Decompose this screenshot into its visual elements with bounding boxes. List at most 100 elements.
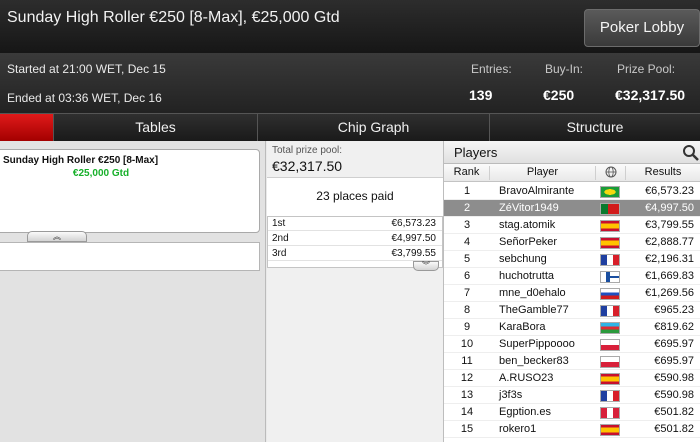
country-flag-icon <box>600 254 620 266</box>
player-name: A.RUSO23 <box>499 372 554 384</box>
player-result: €1,269.56 <box>645 287 694 299</box>
player-rank: 10 <box>460 338 474 350</box>
tab-active-info[interactable] <box>0 114 53 141</box>
player-rank: 14 <box>460 406 474 418</box>
player-result: €501.82 <box>654 406 694 418</box>
tab-bar: Tables Chip Graph Structure <box>0 113 700 141</box>
prizepool-value: €32,317.50 <box>615 87 686 103</box>
player-row[interactable]: 7 mne_d0ehalo €1,269.56 <box>444 285 700 302</box>
player-rank: 6 <box>463 270 471 282</box>
payout-place: 3rd <box>272 248 287 259</box>
player-rank: 2 <box>463 202 471 214</box>
country-flag-icon <box>600 186 620 198</box>
player-result: €590.98 <box>654 389 694 401</box>
player-rank: 5 <box>463 253 471 265</box>
players-panel: Players Rank Player Results 1 BravoAlmira… <box>444 141 700 442</box>
player-row[interactable]: 3 stag.atomik €3,799.55 <box>444 217 700 234</box>
payout-amount: €3,799.55 <box>391 248 437 259</box>
tournament-lobby-window: Sunday High Roller €250 [8-Max], €25,000… <box>0 0 700 442</box>
prizepool-label: Prize Pool: <box>617 62 676 76</box>
player-row[interactable]: 2 ZéVitor1949 €4,997.50 <box>444 200 700 217</box>
payout-amount: €6,573.23 <box>391 218 437 229</box>
country-flag-icon <box>600 424 620 436</box>
player-column-header[interactable]: Player <box>490 166 596 180</box>
player-row[interactable]: 13 j3f3s €590.98 <box>444 387 700 404</box>
tab-chip-graph[interactable]: Chip Graph <box>257 114 489 141</box>
buyin-value: €250 <box>543 87 575 103</box>
player-rank: 12 <box>460 372 474 384</box>
search-icon[interactable] <box>682 144 700 162</box>
players-column-header: Rank Player Results <box>444 164 700 182</box>
poker-lobby-button[interactable]: Poker Lobby <box>584 9 700 47</box>
tournament-panel: Sunday High Roller €250 [8-Max] €25,000 … <box>0 141 266 442</box>
player-row[interactable]: 12 A.RUSO23 €590.98 <box>444 370 700 387</box>
country-flag-icon <box>600 373 620 385</box>
player-result: €695.97 <box>654 338 694 350</box>
player-result: €6,573.23 <box>645 185 694 197</box>
payout-row: 1st €6,573.23 <box>268 217 442 231</box>
player-result: €4,997.50 <box>645 202 694 214</box>
player-row[interactable]: 11 ben_becker83 €695.97 <box>444 353 700 370</box>
player-rank: 13 <box>460 389 474 401</box>
results-column-header[interactable]: Results <box>626 166 700 180</box>
player-row[interactable]: 4 SeñorPeker €2,888.77 <box>444 234 700 251</box>
end-time: Ended at 03:36 WET, Dec 16 <box>7 91 162 105</box>
country-flag-icon <box>600 288 620 300</box>
chat-input[interactable] <box>0 242 260 271</box>
player-rank: 1 <box>463 185 471 197</box>
player-rank: 15 <box>460 423 474 435</box>
player-name: stag.atomik <box>499 219 556 231</box>
country-flag-icon <box>600 356 620 368</box>
player-name: TheGamble77 <box>499 304 569 316</box>
player-name: j3f3s <box>499 389 523 401</box>
player-row[interactable]: 6 huchotrutta €1,669.83 <box>444 268 700 285</box>
double-chevron-up-icon: ︽ <box>53 232 61 241</box>
rank-column-header[interactable]: Rank <box>444 166 490 180</box>
player-rank: 4 <box>463 236 471 248</box>
collapse-handle[interactable]: ︽ <box>27 231 87 242</box>
country-column-header[interactable] <box>596 166 626 180</box>
country-flag-icon <box>600 322 620 334</box>
player-name: BravoAlmirante <box>499 185 575 197</box>
players-header: Players <box>444 141 700 164</box>
country-flag-icon <box>600 390 620 402</box>
tournament-title: Sunday High Roller €250 [8-Max], €25,000… <box>7 9 340 26</box>
title-bar: Sunday High Roller €250 [8-Max], €25,000… <box>0 0 700 53</box>
player-row[interactable]: 14 Egption.es €501.82 <box>444 404 700 421</box>
tournament-info-bar: Started at 21:00 WET, Dec 15 Ended at 03… <box>0 53 700 113</box>
tournament-card-name: Sunday High Roller €250 [8-Max] <box>3 155 159 166</box>
player-name: huchotrutta <box>499 270 555 282</box>
tab-tables[interactable]: Tables <box>53 114 257 141</box>
places-paid: 23 places paid <box>316 189 394 203</box>
double-chevron-down-icon: ︾ <box>422 261 430 270</box>
player-name: KaraBora <box>499 321 546 333</box>
player-rank: 9 <box>463 321 471 333</box>
total-prize-pool-label: Total prize pool: <box>272 145 343 156</box>
player-row[interactable]: 15 rokero1 €501.82 <box>444 421 700 438</box>
country-flag-icon <box>600 203 620 215</box>
player-rank: 3 <box>463 219 471 231</box>
start-time: Started at 21:00 WET, Dec 15 <box>7 62 166 76</box>
player-row[interactable]: 1 BravoAlmirante €6,573.23 <box>444 183 700 200</box>
tournament-card-guarantee: €25,000 Gtd <box>72 168 130 179</box>
expand-payouts-handle[interactable]: ︾ <box>413 261 439 271</box>
entries-value: 139 <box>469 87 493 103</box>
player-name: rokero1 <box>499 423 537 435</box>
player-rank: 8 <box>463 304 471 316</box>
tournament-card[interactable]: Sunday High Roller €250 [8-Max] €25,000 … <box>0 149 260 242</box>
player-name: Egption.es <box>499 406 551 418</box>
player-result: €2,196.31 <box>645 253 694 265</box>
entries-label: Entries: <box>471 62 512 76</box>
player-row[interactable]: 9 KaraBora €819.62 <box>444 319 700 336</box>
players-title: Players <box>454 145 498 160</box>
player-result: €2,888.77 <box>645 236 694 248</box>
payout-place: 2nd <box>272 233 289 244</box>
buyin-label: Buy-In: <box>545 62 584 76</box>
tab-structure[interactable]: Structure <box>489 114 700 141</box>
country-flag-icon <box>600 339 620 351</box>
country-flag-icon <box>600 220 620 232</box>
player-row[interactable]: 8 TheGamble77 €965.23 <box>444 302 700 319</box>
player-row[interactable]: 10 SuperPippoooo €695.97 <box>444 336 700 353</box>
player-name: sebchung <box>499 253 547 265</box>
player-row[interactable]: 5 sebchung €2,196.31 <box>444 251 700 268</box>
